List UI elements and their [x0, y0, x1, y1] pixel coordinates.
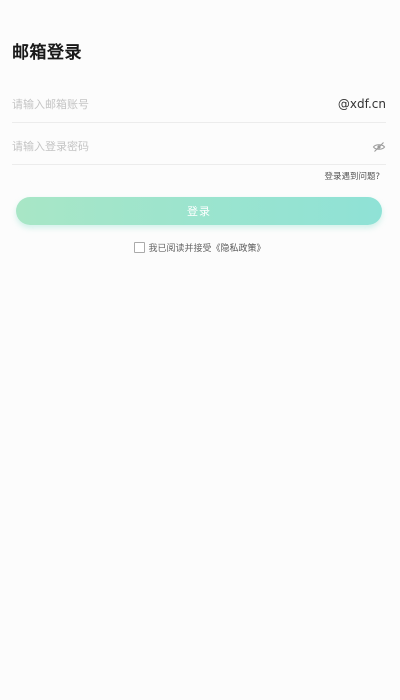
eye-hidden-icon[interactable] — [372, 139, 386, 153]
privacy-policy-link[interactable]: 《隐私政策》 — [212, 244, 266, 254]
login-problem-link[interactable]: 登录遇到问题? — [324, 170, 380, 182]
agreement-row: 我已阅读并接受《隐私政策》 — [0, 241, 400, 254]
page-title: 邮箱登录 — [12, 43, 82, 63]
login-button[interactable]: 登录 — [16, 197, 382, 225]
agreement-checkbox[interactable] — [134, 242, 146, 253]
password-field-row — [12, 130, 386, 165]
login-page: 邮箱登录 @xdf.cn 登录遇到问题? 登录 我已阅读并接受《隐私政策》 — [0, 0, 400, 700]
email-input[interactable] — [12, 88, 312, 120]
agreement-text: 我已阅读并接受 — [148, 244, 212, 254]
email-domain-suffix: @xdf.cn — [337, 97, 386, 111]
password-input[interactable] — [12, 130, 312, 162]
email-field-row: @xdf.cn — [12, 88, 386, 123]
